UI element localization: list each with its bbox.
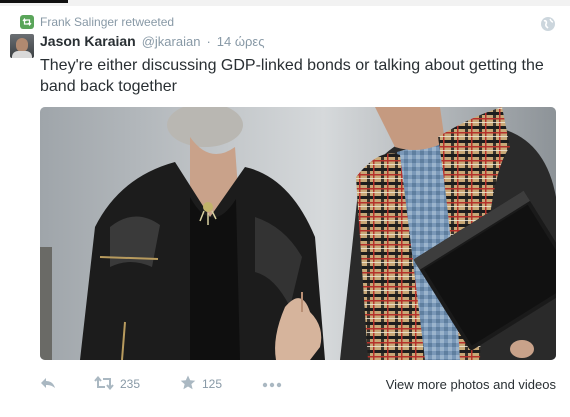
avatar[interactable] [10, 34, 34, 58]
reply-icon [40, 377, 56, 392]
avatar-face [16, 38, 28, 52]
star-icon [180, 375, 196, 393]
tweet-timestamp[interactable]: 14 ώρες [217, 34, 265, 49]
more-button[interactable] [262, 374, 282, 394]
reply-button[interactable] [40, 374, 56, 394]
retweet-icon [20, 15, 34, 29]
tweet-actions: 235 125 View more photos and videos [40, 374, 556, 394]
tweet-header: Jason Karaian @jkaraian · 14 ώρες [40, 33, 264, 51]
favorite-count: 125 [202, 377, 223, 391]
globe-icon[interactable] [540, 16, 556, 32]
tweet-card[interactable]: Frank Salinger retweeted Jason Karaian @… [0, 0, 570, 417]
retweet-button[interactable]: 235 [94, 374, 140, 394]
favorite-button[interactable]: 125 [180, 374, 222, 394]
retweet-icon [94, 375, 114, 393]
header-separator: · [206, 34, 211, 49]
more-dots-icon [262, 377, 282, 391]
retweet-context-label: Frank Salinger retweeted [40, 15, 175, 29]
retweet-context[interactable]: Frank Salinger retweeted [20, 14, 174, 30]
author-name[interactable]: Jason Karaian [40, 33, 136, 49]
photo-illustration [40, 107, 556, 360]
avatar-shirt [12, 51, 32, 58]
tweet-text: They're either discussing GDP-linked bon… [40, 57, 544, 95]
tweet-photo[interactable] [40, 107, 556, 360]
view-more-media-link[interactable]: View more photos and videos [386, 374, 556, 394]
retweet-count: 235 [120, 377, 141, 391]
author-handle[interactable]: @jkaraian [142, 34, 201, 49]
